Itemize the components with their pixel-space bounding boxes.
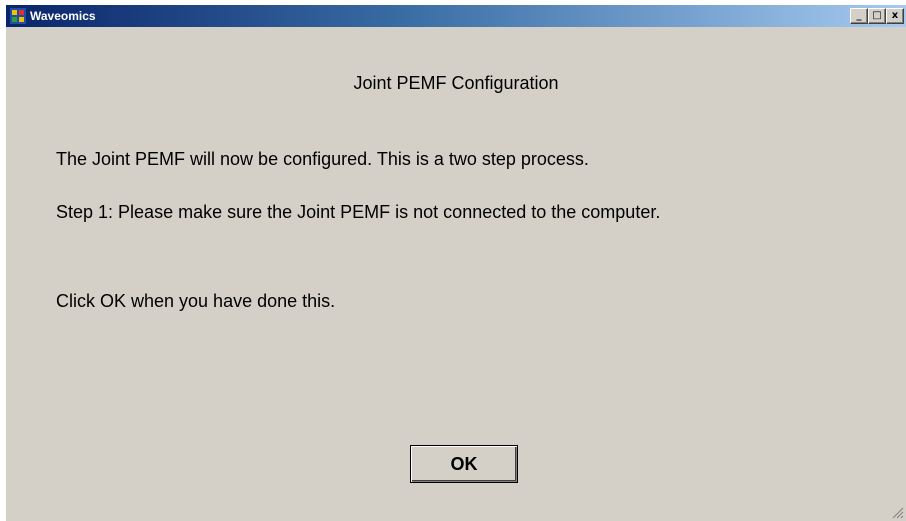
- dialog-window: Waveomics _ □ x Joint PEMF Configuration…: [5, 4, 906, 521]
- message-intro: The Joint PEMF will now be configured. T…: [56, 149, 589, 169]
- resize-grip-icon[interactable]: [890, 505, 904, 519]
- maximize-button[interactable]: □: [868, 8, 886, 24]
- app-icon[interactable]: [10, 8, 26, 24]
- title-bar[interactable]: Waveomics _ □ x: [6, 5, 906, 27]
- ok-button[interactable]: OK: [410, 445, 518, 483]
- window-title: Waveomics: [30, 9, 96, 23]
- minimize-button[interactable]: _: [850, 8, 868, 24]
- dialog-heading: Joint PEMF Configuration: [353, 73, 559, 93]
- message-instruction: Click OK when you have done this.: [56, 291, 336, 311]
- close-button[interactable]: x: [886, 8, 904, 24]
- message-step-1: Step 1: Please make sure the Joint PEMF …: [56, 202, 661, 222]
